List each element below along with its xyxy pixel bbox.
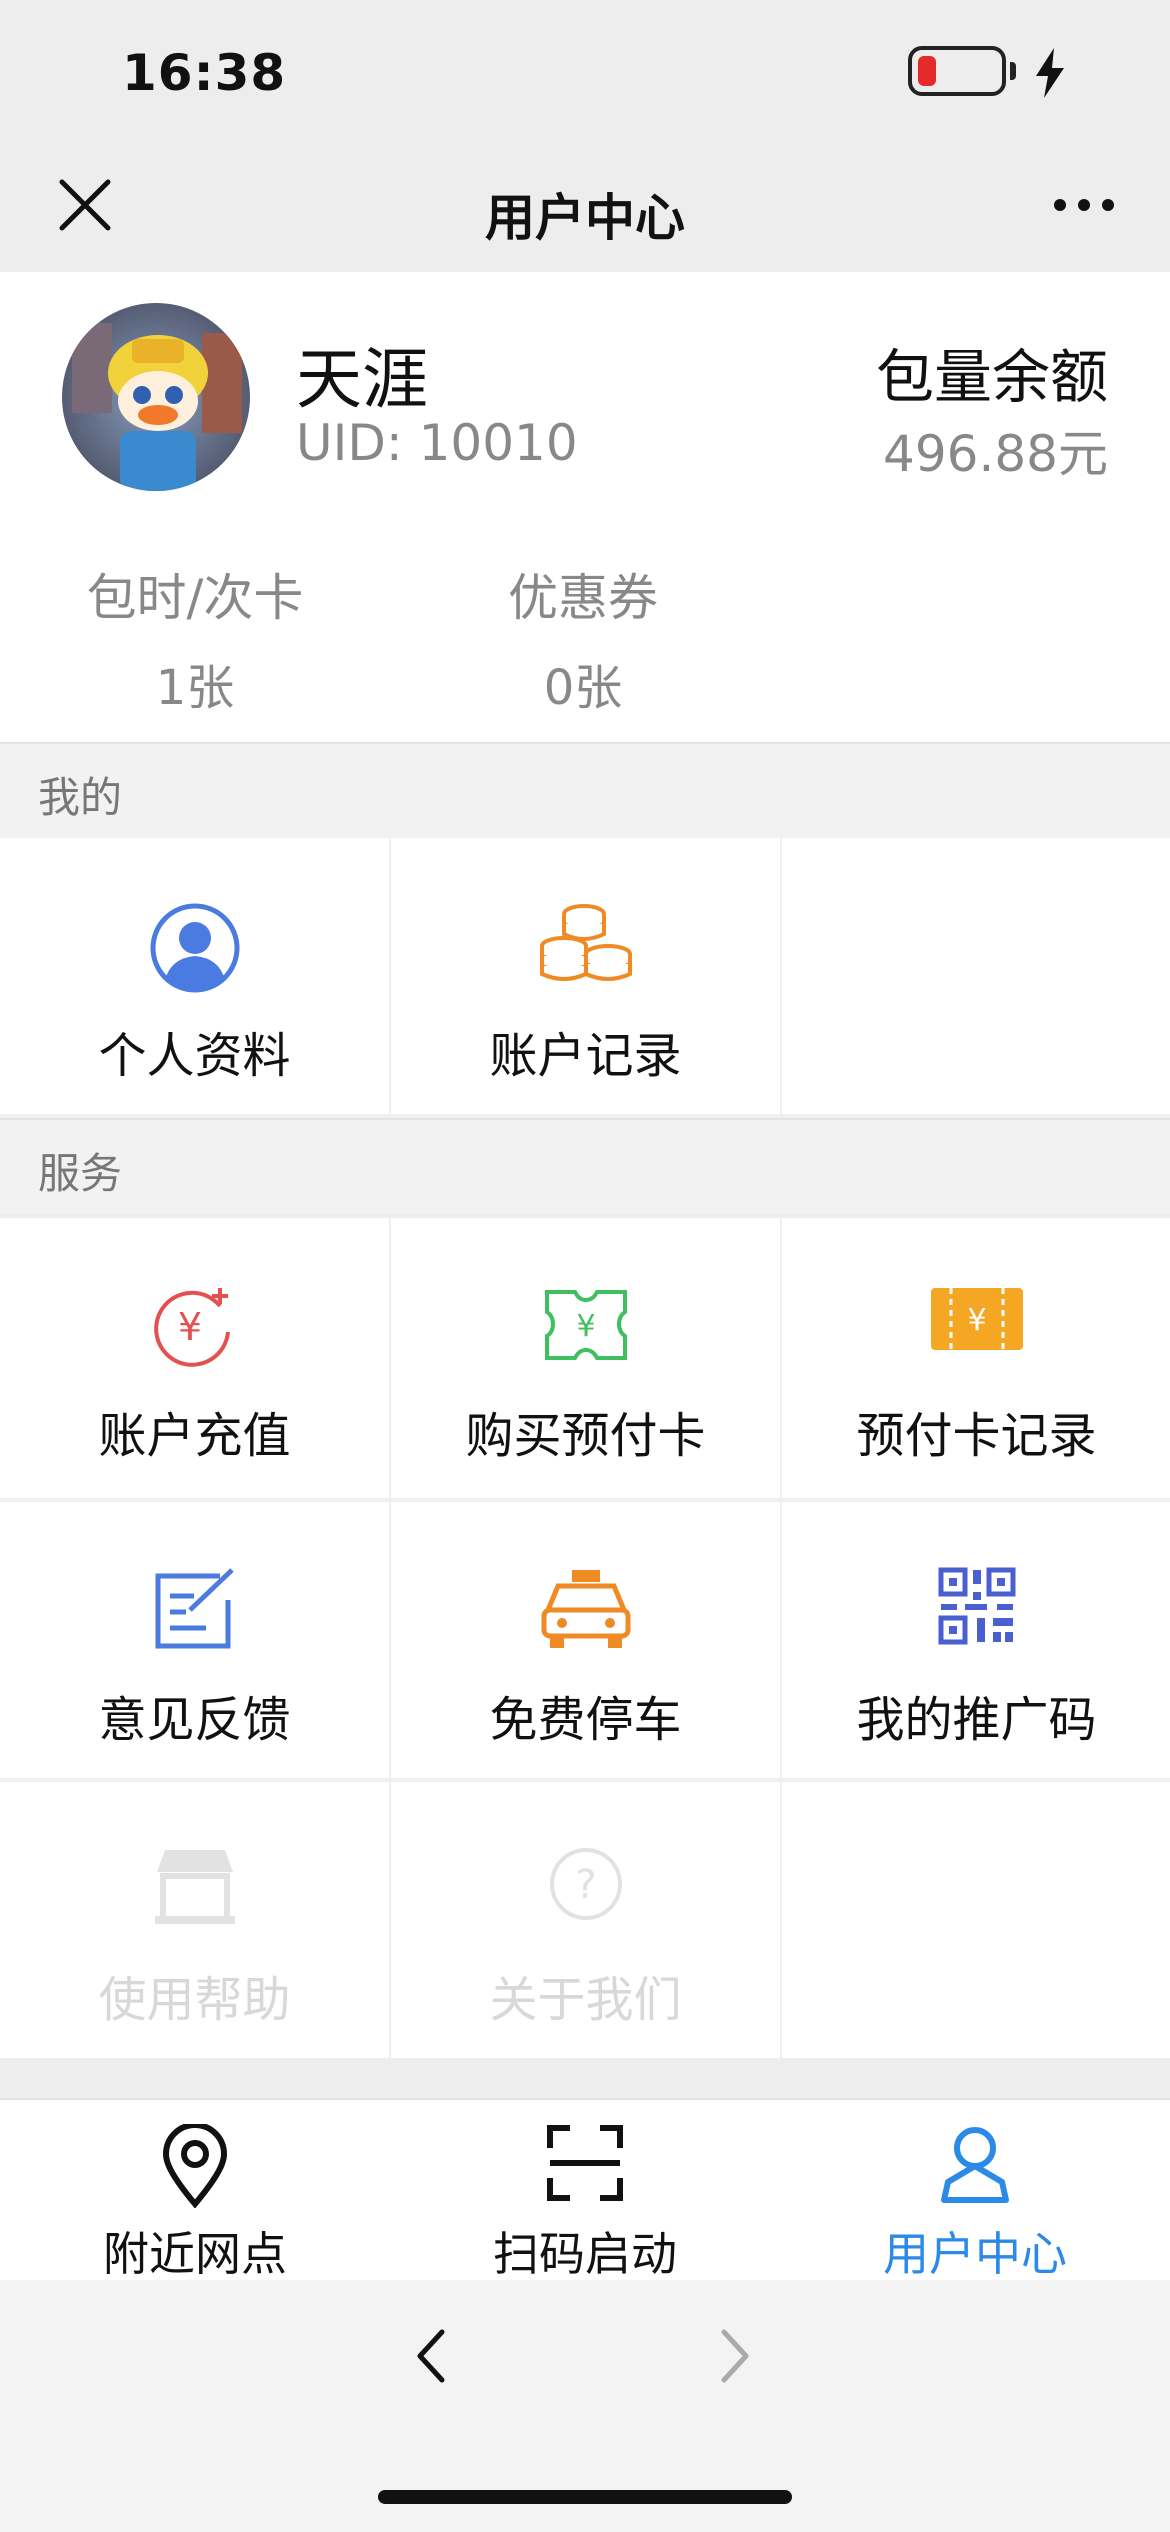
grid-item-profile[interactable]: 个人资料 [0, 838, 389, 1114]
grid-item-label: 购买预付卡 [465, 1408, 706, 1464]
svg-text:¥: ¥ [967, 1303, 986, 1338]
feedback-icon [155, 1568, 234, 1649]
stat-coupon[interactable]: 优惠券 0张 [443, 558, 723, 718]
shop-icon [154, 1850, 235, 1924]
svg-text:?: ? [575, 1862, 596, 1908]
grid-item-my-promo-code[interactable]: 我的推广码 [782, 1502, 1170, 1778]
grid-item-label: 预付卡记录 [856, 1408, 1097, 1464]
question-icon: ? [549, 1848, 622, 1920]
grid-item-account-records[interactable]: 账户记录 [391, 838, 780, 1114]
grid-item-label: 意见反馈 [98, 1692, 291, 1748]
grid-item-recharge[interactable]: ¥ 账户充值 [0, 1218, 389, 1498]
balance-label: 包量余额 [875, 343, 1108, 411]
grid-item-feedback[interactable]: 意见反馈 [0, 1502, 389, 1778]
grid-item-buy-prepaid-card[interactable]: ¥ 购买预付卡 [391, 1218, 780, 1498]
grid-item-about-us[interactable]: ? 关于我们 [391, 1782, 780, 2058]
services-grid: ¥ 账户充值 ¥ 购买预付卡 ¥ 预付卡记录 意见反馈 免费停车 我的推广码 使… [0, 1218, 1170, 2058]
tab-bar: 附近网点 扫码启动 用户中心 [0, 2098, 1170, 2282]
svg-text:¥: ¥ [177, 1305, 201, 1349]
section-header-services: 服务 [0, 1118, 1170, 1214]
section-title: 服务 [38, 1149, 123, 1198]
avatar[interactable] [62, 303, 250, 491]
grid-item-prepaid-card-records[interactable]: ¥ 预付卡记录 [782, 1218, 1170, 1498]
tab-label: 扫码启动 [493, 2227, 677, 2281]
taxi-icon [541, 1570, 630, 1648]
qrcode-icon [938, 1567, 1015, 1645]
grid-item-label: 账户记录 [489, 1028, 682, 1084]
page-title: 用户中心 [485, 189, 685, 247]
grid-item-label: 使用帮助 [98, 1972, 291, 2028]
more-icon[interactable] [1052, 190, 1116, 220]
balance-value: 496.88元 [883, 425, 1108, 483]
stat-label: 包时/次卡 [86, 569, 304, 627]
user-icon [941, 2127, 1009, 2203]
grid-item-help[interactable]: 使用帮助 [0, 1782, 389, 2058]
tab-nearby[interactable]: 附近网点 [0, 2100, 390, 2282]
grid-item-label: 我的推广码 [856, 1692, 1097, 1748]
profile-icon [150, 903, 239, 993]
user-uid: UID: 10010 [296, 414, 578, 472]
tab-label: 用户中心 [883, 2227, 1067, 2281]
location-pin-icon [162, 2124, 228, 2208]
tab-user-center[interactable]: 用户中心 [780, 2100, 1170, 2282]
user-name: 天涯 [296, 341, 428, 418]
section-header-mine: 我的 [0, 742, 1170, 838]
battery-tip [1010, 62, 1016, 80]
charging-icon [1036, 48, 1064, 98]
tab-label: 附近网点 [103, 2227, 287, 2281]
prepaid-ticket-icon: ¥ [544, 1290, 627, 1360]
svg-text:¥: ¥ [576, 1309, 595, 1344]
grid-item-label: 关于我们 [489, 1972, 682, 2028]
card-record-icon: ¥ [930, 1288, 1023, 1350]
stat-time-card[interactable]: 包时/次卡 1张 [55, 558, 335, 718]
forward-arrow-icon[interactable] [718, 2326, 754, 2386]
grid-item-label: 免费停车 [489, 1692, 682, 1748]
grid-item-empty [782, 838, 1170, 1114]
section-title: 我的 [38, 773, 123, 822]
grid-item-empty [782, 1782, 1170, 2058]
grid-item-label: 账户充值 [98, 1408, 291, 1464]
battery-icon [908, 46, 1006, 96]
back-arrow-icon[interactable] [412, 2326, 448, 2386]
coins-icon [539, 904, 632, 981]
recharge-icon: ¥ [153, 1288, 230, 1367]
grid-item-label: 个人资料 [98, 1028, 291, 1084]
home-indicator [378, 2490, 792, 2504]
tab-scan[interactable]: 扫码启动 [390, 2100, 780, 2282]
status-time: 16:38 [122, 44, 287, 102]
stat-value: 1张 [155, 660, 235, 716]
grid-item-free-parking[interactable]: 免费停车 [391, 1502, 780, 1778]
stat-label: 优惠券 [508, 569, 658, 627]
scan-icon [547, 2125, 623, 2201]
stat-value: 0张 [543, 660, 623, 716]
mine-grid: 个人资料 账户记录 [0, 838, 1170, 1118]
